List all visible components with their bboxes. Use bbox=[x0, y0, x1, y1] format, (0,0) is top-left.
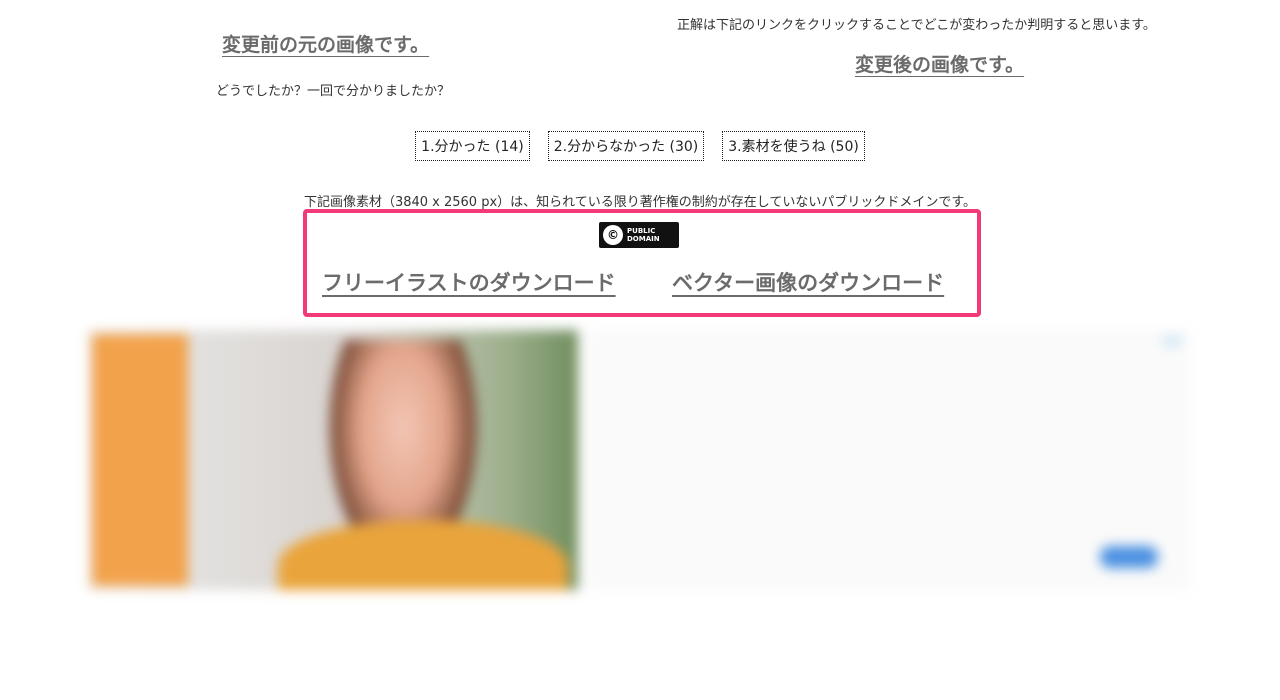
vote-button-understood[interactable]: 1.分かった (14) bbox=[415, 131, 530, 161]
public-domain-line1: PUBLIC bbox=[627, 227, 656, 235]
public-domain-icon: © bbox=[603, 225, 623, 245]
public-domain-line2: DOMAIN bbox=[627, 235, 660, 243]
free-illust-download-link[interactable]: フリーイラストのダウンロード bbox=[322, 267, 616, 297]
answer-hint-text: 正解は下記のリンクをクリックすることでどこが変わったか判明すると思います。 bbox=[677, 18, 1156, 33]
public-domain-label: PUBLIC DOMAIN bbox=[627, 227, 660, 243]
ad-orange-banner bbox=[92, 334, 188, 586]
before-image-link[interactable]: 変更前の元の画像です。 bbox=[222, 30, 429, 57]
page: 変更前の元の画像です。 正解は下記のリンクをクリックすることでどこが変わったか判… bbox=[0, 0, 1280, 700]
license-note: 下記画像素材（3840 x 2560 px）は、知られている限り著作権の制約が存… bbox=[303, 195, 977, 210]
after-image-link[interactable]: 変更後の画像です。 bbox=[855, 50, 1024, 77]
vote-button-use-material[interactable]: 3.素材を使うね (50) bbox=[722, 131, 865, 161]
vote-button-not-understood[interactable]: 2.分からなかった (30) bbox=[547, 131, 705, 161]
ad-cta-button[interactable] bbox=[1100, 546, 1158, 568]
question-text: どうでしたか？一回で分かりましたか？ bbox=[215, 84, 450, 99]
vote-buttons: 1.分かった (14) 2.分からなかった (30) 3.素材を使うね (50) bbox=[0, 131, 1280, 161]
advertisement[interactable] bbox=[88, 330, 1190, 590]
ad-image[interactable] bbox=[88, 330, 578, 590]
ad-info-icon[interactable] bbox=[1162, 336, 1182, 346]
public-domain-badge[interactable]: © PUBLIC DOMAIN bbox=[599, 222, 679, 248]
ad-text-panel[interactable] bbox=[588, 330, 1190, 590]
vector-download-link[interactable]: ベクター画像のダウンロード bbox=[672, 267, 944, 297]
